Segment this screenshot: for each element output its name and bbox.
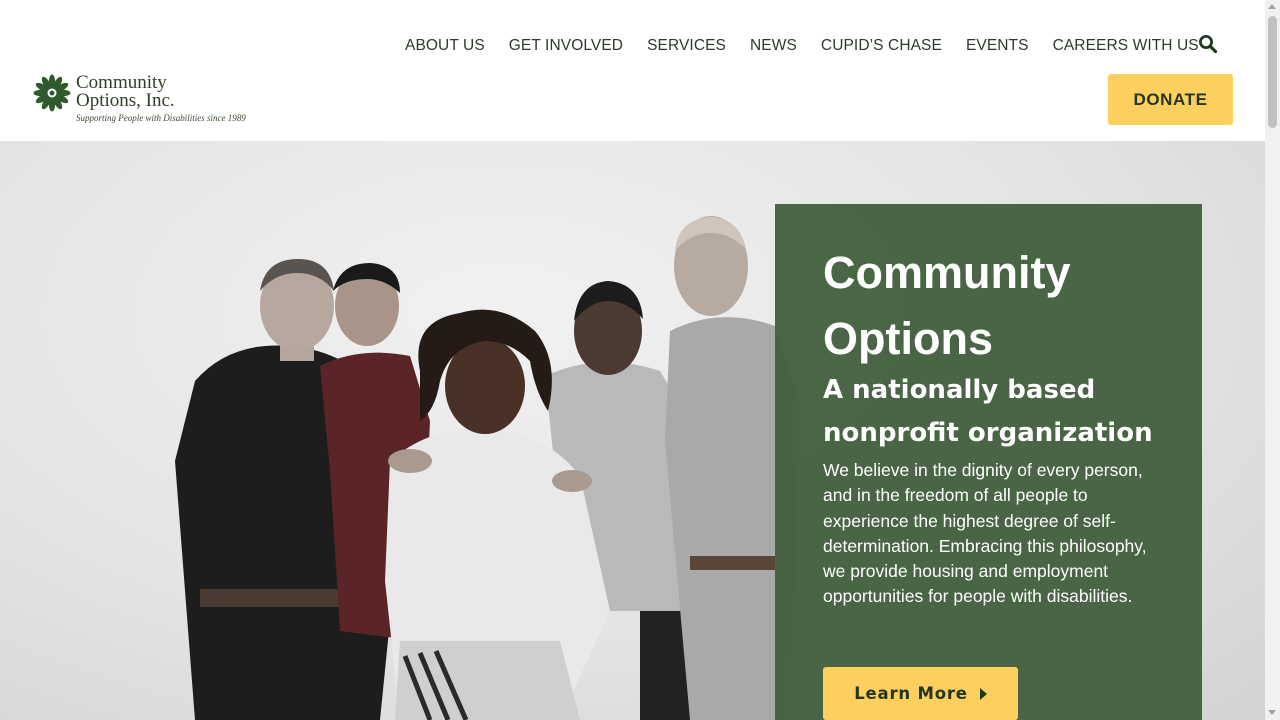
- hand-shape: [552, 470, 592, 492]
- scroll-up-arrow-icon[interactable]: [1268, 4, 1276, 9]
- logo-name: Community Options, Inc.: [76, 72, 175, 111]
- search-button[interactable]: [1198, 34, 1218, 54]
- scrollbar-thumb[interactable]: [1268, 16, 1277, 128]
- flower-logo-icon: [33, 74, 71, 112]
- site-logo[interactable]: Community Options, Inc. Supporting Peopl…: [32, 73, 262, 129]
- hero-section: Community Options A nationally based non…: [0, 141, 1265, 720]
- hero-subtitle: A nationally based nonprofit organizatio…: [823, 375, 1153, 448]
- hero-info-panel: Community Options A nationally based non…: [775, 204, 1202, 720]
- nav-item-events[interactable]: EVENTS: [954, 37, 1041, 55]
- hero-title: Community Options: [823, 247, 1071, 364]
- learn-more-label: Learn More: [854, 684, 968, 703]
- nav-item-services[interactable]: SERVICES: [635, 37, 738, 55]
- hand-shape: [388, 449, 432, 473]
- logo-tagline: Supporting People with Disabilities sinc…: [76, 113, 246, 123]
- page-scrollbar[interactable]: [1265, 0, 1280, 720]
- site-header: Community Options, Inc. Supporting Peopl…: [0, 0, 1265, 141]
- nav-item-careers[interactable]: CAREERS WITH US: [1041, 37, 1211, 55]
- search-icon: [1199, 35, 1218, 54]
- scroll-down-arrow-icon[interactable]: [1268, 710, 1276, 715]
- main-nav: ABOUT US GET INVOLVED SERVICES NEWS CUPI…: [393, 37, 1211, 55]
- hero-description: We believe in the dignity of every perso…: [823, 460, 1147, 607]
- nav-item-news[interactable]: NEWS: [738, 37, 809, 55]
- donate-button[interactable]: DONATE: [1108, 74, 1233, 125]
- learn-more-button[interactable]: Learn More: [823, 667, 1018, 720]
- caret-right-icon: [979, 687, 987, 700]
- nav-item-get-involved[interactable]: GET INVOLVED: [497, 37, 635, 55]
- nav-item-about-us[interactable]: ABOUT US: [393, 37, 497, 55]
- nav-item-cupids-chase[interactable]: CUPID’S CHASE: [809, 37, 954, 55]
